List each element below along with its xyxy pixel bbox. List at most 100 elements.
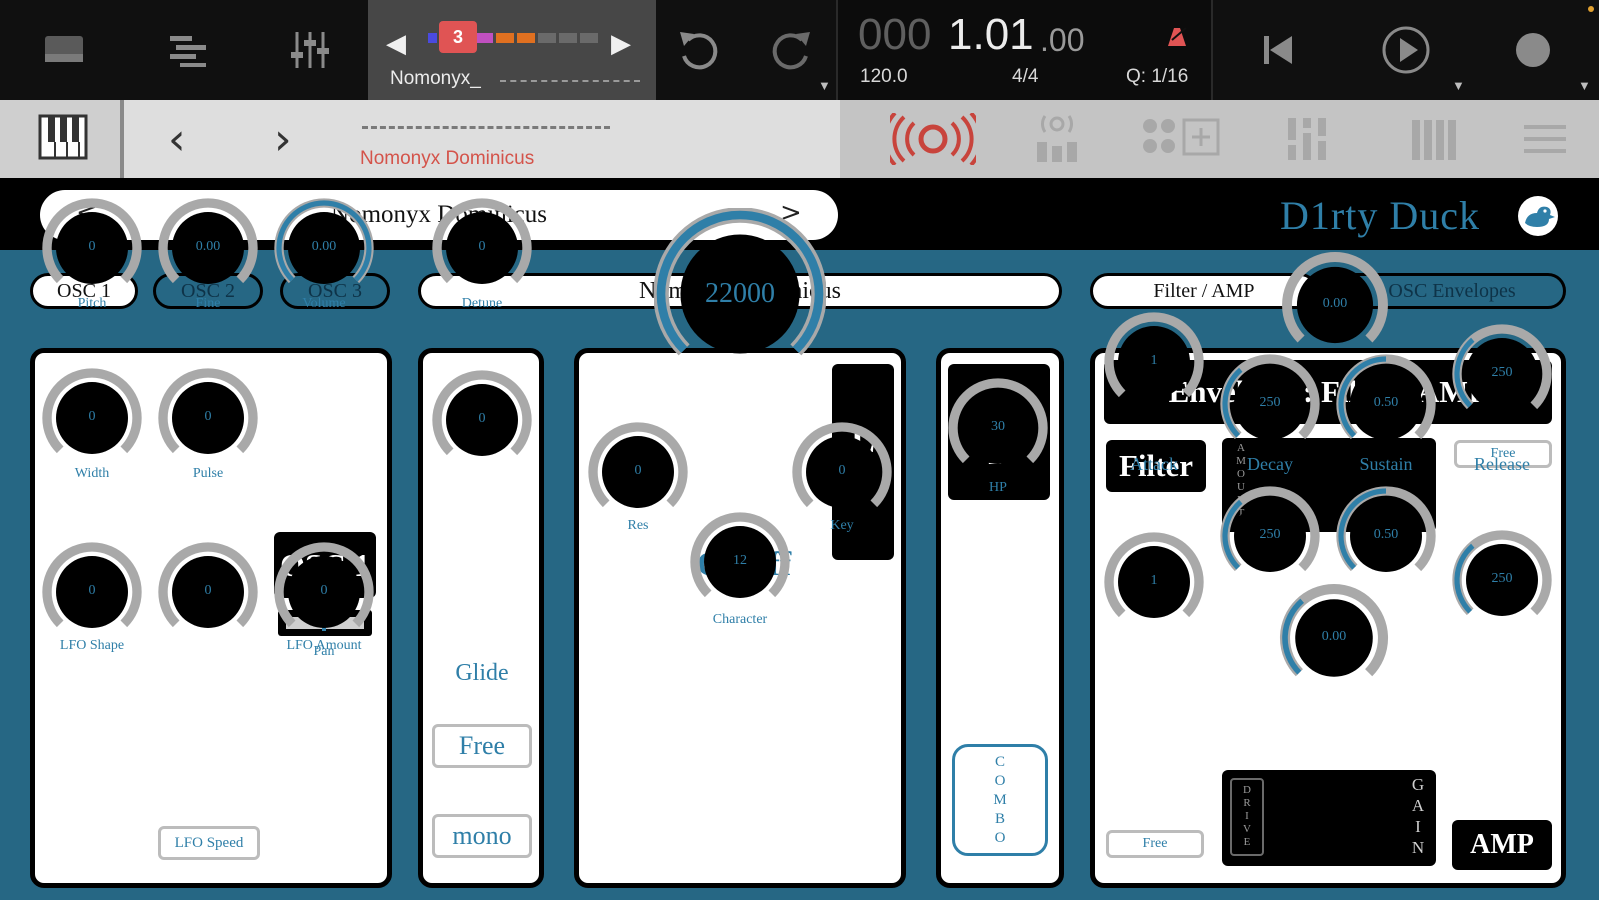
width-knob-label: Width — [74, 466, 110, 481]
filter-decay-knob[interactable]: 250 — [1218, 352, 1322, 456]
amount-knob-value: 0.00 — [1322, 296, 1348, 311]
detune-knob[interactable]: 0 — [430, 196, 534, 300]
next-arrow-icon[interactable]: › — [274, 114, 292, 165]
mixer-icon[interactable] — [282, 22, 338, 78]
lfo-amount-knob-value: 0 — [320, 583, 328, 598]
character-knob[interactable]: 12 — [688, 510, 792, 614]
pitch-knob-value: 0 — [88, 239, 96, 254]
position-value: 1.01 — [948, 10, 1034, 59]
key-knob-label: Key — [830, 518, 854, 533]
tempo-value[interactable]: 120.0 — [860, 66, 908, 88]
filter-release-knob-label: Release — [1474, 454, 1530, 474]
amp-sustain-knob[interactable]: 0.50 — [1334, 484, 1438, 588]
amp-decay-knob[interactable]: 250 — [1218, 484, 1322, 588]
free-bottom-button[interactable]: Free — [1106, 830, 1204, 858]
metronome-icon[interactable] — [1164, 24, 1190, 53]
glide-knob[interactable]: 0 — [430, 368, 534, 472]
quantize-value[interactable]: Q: 1/16 — [1126, 66, 1188, 88]
record-options-chevron-icon[interactable]: ▼ — [1578, 78, 1591, 93]
filter-sustain-knob-label: Sustain — [1359, 454, 1413, 474]
gain-label: G A I N — [1411, 775, 1425, 857]
lfo-shape-knob[interactable]: 0 — [40, 540, 144, 644]
gain-control[interactable]: D R I V E G A I N — [1222, 770, 1436, 866]
filter-release-knob[interactable]: 250 — [1450, 322, 1554, 426]
position-leading-zeros: 000 — [858, 10, 932, 59]
volume-knob[interactable]: 0.00 — [272, 196, 376, 300]
hp-knob[interactable]: 30 — [946, 376, 1050, 480]
time-signature[interactable]: 4/4 — [1012, 66, 1038, 88]
piano-keys-icon — [38, 114, 88, 165]
cutoff-knob[interactable]: 22000 — [653, 207, 827, 380]
keyboard-icon[interactable] — [36, 22, 92, 78]
res-knob-label: Res — [627, 518, 649, 533]
drive-box[interactable]: D R I V E — [1230, 778, 1264, 856]
preset-name-placeholder — [362, 126, 610, 129]
lfo-speed-knob[interactable]: 0 — [156, 540, 260, 644]
hp-knob-label: HP — [989, 480, 1007, 495]
glide-label: Glide — [455, 660, 509, 686]
amp-decay-knob-value: 250 — [1259, 527, 1281, 542]
volume-knob-value: 0.00 — [311, 239, 337, 254]
sliders-icon[interactable] — [1262, 111, 1352, 167]
detune-knob-label: Detune — [461, 296, 503, 311]
track-number-badge: 3 — [439, 21, 477, 53]
plugin-signal-icon[interactable] — [888, 111, 978, 167]
filter-decay-knob-value: 250 — [1259, 395, 1281, 410]
combo-button[interactable]: C O M B O — [952, 744, 1048, 856]
brand-name: D1rty Duck — [1280, 193, 1480, 238]
tracks-list-icon[interactable] — [160, 22, 216, 78]
lfo-amount-knob[interactable]: 0 — [272, 540, 376, 644]
play-options-chevron-icon[interactable]: ▼ — [1452, 78, 1465, 93]
routing-icon[interactable] — [1012, 111, 1102, 167]
skip-back-icon[interactable] — [1250, 22, 1306, 78]
filter-release-knob-value: 250 — [1491, 365, 1513, 380]
filter-decay-knob-label: Decay — [1247, 454, 1293, 474]
filter-sustain-knob[interactable]: 0.50 — [1334, 352, 1438, 456]
bars-icon[interactable] — [1388, 111, 1478, 167]
pulse-knob-value: 0 — [204, 409, 212, 424]
filter-attack-knob[interactable]: 1 — [1102, 310, 1206, 414]
record-icon[interactable] — [1505, 22, 1561, 78]
lfo-amount-knob-label: LFO Amount — [286, 638, 362, 653]
redo-icon[interactable] — [764, 22, 820, 78]
play-icon[interactable] — [1378, 22, 1434, 78]
prev-arrow-icon[interactable]: ‹ — [168, 114, 186, 165]
amp-release-knob-value: 250 — [1491, 571, 1513, 586]
glide-knob-value: 0 — [478, 411, 486, 426]
track-selector[interactable]: ◀ 3 ▶ Nomonyx_ — [368, 0, 656, 100]
key-knob-value: 0 — [838, 463, 846, 478]
pulse-knob[interactable]: 0 — [156, 366, 260, 470]
hamburger-menu-icon[interactable] — [1500, 111, 1590, 167]
glide-free-button[interactable]: Free — [432, 724, 532, 768]
undo-icon[interactable] — [670, 22, 726, 78]
width-knob[interactable]: 0 — [40, 366, 144, 470]
hp-knob-value: 30 — [991, 419, 1005, 434]
preset-label[interactable]: Nomonyx Dominicus — [360, 148, 534, 170]
chevron-down-icon[interactable]: ▼ — [818, 78, 831, 93]
lfo-speed-button[interactable]: LFO Speed — [158, 826, 260, 860]
amp-release-knob[interactable]: 250 — [1450, 528, 1554, 632]
key-knob[interactable]: 0 — [790, 420, 894, 524]
mono-button[interactable]: mono — [432, 814, 532, 858]
pads-icon[interactable] — [1138, 111, 1228, 167]
gain-knob[interactable]: 0.00 — [1278, 582, 1390, 694]
next-track-icon[interactable]: ▶ — [611, 28, 631, 59]
res-knob[interactable]: 0 — [586, 420, 690, 524]
amp-attack-knob-value: 1 — [1150, 573, 1158, 588]
character-knob-label: Character — [712, 612, 768, 627]
filter-attack-knob-value: 1 — [1150, 353, 1158, 368]
amount-knob[interactable]: 0.00 — [1280, 250, 1390, 360]
piano-keys-button[interactable] — [0, 100, 124, 178]
fine-knob-value: 0.00 — [195, 239, 221, 254]
width-knob-value: 0 — [88, 409, 96, 424]
pitch-knob-label: Pitch — [77, 296, 107, 311]
prev-track-icon[interactable]: ◀ — [386, 28, 406, 59]
filter-sustain-knob-value: 0.50 — [1373, 395, 1399, 410]
synth-plugin: < Nomonyx Dominicus > D1rty Duck OSC 1 O… — [0, 178, 1599, 900]
pitch-knob[interactable]: 0 — [40, 196, 144, 300]
instrument-toolbar: ‹ › — [0, 100, 1599, 178]
volume-knob-label: Volume — [302, 296, 346, 311]
fine-knob[interactable]: 0.00 — [156, 196, 260, 300]
position-display[interactable]: 000 1.01 .00 120.0 4/4 Q: 1/16 — [836, 0, 1213, 100]
amp-attack-knob[interactable]: 1 — [1102, 530, 1206, 634]
